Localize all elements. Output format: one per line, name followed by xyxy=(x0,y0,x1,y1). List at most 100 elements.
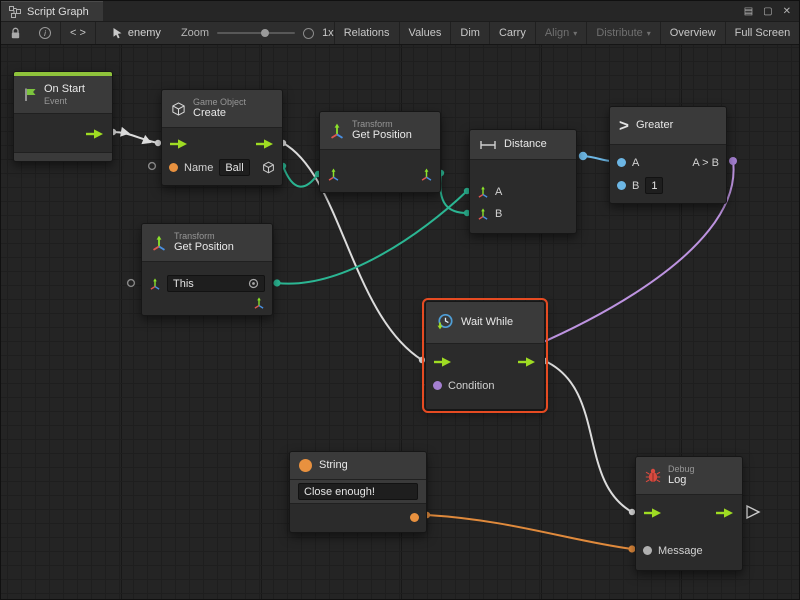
zoom-label: Zoom xyxy=(181,27,209,39)
values-label: Values xyxy=(409,27,442,39)
distance-icon xyxy=(479,139,497,151)
game-object-output-port[interactable] xyxy=(262,161,275,174)
flow-input-port[interactable] xyxy=(433,356,453,368)
vector3-output-port[interactable] xyxy=(420,168,433,181)
unconnected-port-ring[interactable] xyxy=(149,163,156,170)
game-object-icon xyxy=(171,101,186,117)
name-value-field[interactable]: Ball xyxy=(219,159,249,176)
string-value-field[interactable]: Close enough! xyxy=(298,483,418,500)
lock-button[interactable] xyxy=(1,22,30,44)
node-footer xyxy=(14,152,112,161)
vector3-input-port-b[interactable] xyxy=(477,208,489,220)
zoom-slider[interactable] xyxy=(217,27,295,39)
b-port-label: B xyxy=(495,208,502,220)
name-port-label: Name xyxy=(184,162,213,174)
wire-distance-to-greater xyxy=(583,156,612,161)
getposition2-output-port[interactable] xyxy=(273,279,280,286)
b-input-port[interactable] xyxy=(617,181,626,190)
name-input-port[interactable] xyxy=(169,163,178,172)
flow-output-port[interactable] xyxy=(715,507,735,519)
vector3-input-port-a[interactable] xyxy=(477,186,489,198)
graph-canvas[interactable]: On Start Event Game Object Create xyxy=(1,45,799,599)
a-input-port[interactable] xyxy=(617,158,626,167)
node-create-gameobject[interactable]: Game Object Create Name Ball xyxy=(161,89,283,186)
transform-input-port[interactable] xyxy=(149,278,161,290)
b-value-field[interactable]: 1 xyxy=(645,177,663,194)
dim-button[interactable]: Dim xyxy=(451,22,489,44)
transform-icon xyxy=(329,123,345,139)
code-view-button[interactable]: < > xyxy=(61,22,95,44)
distance-output-port[interactable] xyxy=(579,152,587,160)
string-icon xyxy=(299,459,312,472)
target-value: This xyxy=(173,278,244,290)
node-string[interactable]: String Close enough! xyxy=(289,451,427,533)
flow-output-port[interactable] xyxy=(255,138,275,150)
carry-button[interactable]: Carry xyxy=(490,22,535,44)
close-icon[interactable]: ✕ xyxy=(783,6,791,17)
node-title: Wait While xyxy=(461,316,513,329)
node-distance[interactable]: Distance A B xyxy=(469,129,577,234)
node-header: Transform Get Position xyxy=(320,112,440,150)
node-get-position-top[interactable]: Transform Get Position xyxy=(319,111,441,193)
unity-script-graph-window: Script Graph ▤ ▢ ✕ i < > enemy Zoom xyxy=(0,0,800,600)
message-port-label: Message xyxy=(658,545,703,557)
overview-button[interactable]: Overview xyxy=(661,22,725,44)
zoom-reset-icon[interactable] xyxy=(303,28,314,39)
message-input-port[interactable] xyxy=(643,546,652,555)
node-wait-while[interactable]: Wait While Condition xyxy=(425,301,545,410)
wire-arrow-icon xyxy=(120,127,131,138)
flow-output-port[interactable] xyxy=(85,128,105,140)
flow-input-port[interactable] xyxy=(169,138,189,150)
object-picker-icon[interactable] xyxy=(248,278,259,289)
overview-label: Overview xyxy=(670,27,716,39)
graph-owner-name: enemy xyxy=(128,27,161,39)
node-category: Transform xyxy=(352,119,412,130)
node-title: Create xyxy=(193,107,246,120)
condition-input-port[interactable] xyxy=(433,381,442,390)
zoom-controls: Zoom 1x xyxy=(181,27,334,39)
greater-icon: > xyxy=(619,117,629,134)
relations-button[interactable]: Relations xyxy=(335,22,399,44)
node-header: Distance xyxy=(470,130,576,160)
target-value-field[interactable]: This xyxy=(167,275,265,292)
wire-getposition-to-distance-b xyxy=(440,173,467,213)
node-greater[interactable]: > Greater A A > B B 1 xyxy=(609,106,727,204)
transform-icon xyxy=(151,235,167,251)
greater-output-port[interactable] xyxy=(729,157,737,165)
code-icon: < > xyxy=(70,27,86,39)
flow-output-port[interactable] xyxy=(517,356,537,368)
graph-toolbar: i < > enemy Zoom 1x Relations Values Dim xyxy=(1,21,799,45)
script-graph-tab[interactable]: Script Graph xyxy=(1,1,103,21)
flow-input-port[interactable] xyxy=(643,507,663,519)
toolbar-button-group: Relations Values Dim Carry Align▾ Distri… xyxy=(334,22,800,44)
window-title: Script Graph xyxy=(27,6,89,18)
maximize-icon[interactable]: ▢ xyxy=(763,6,772,17)
wire-create-to-getposition xyxy=(283,166,318,187)
node-category: Game Object xyxy=(193,97,246,108)
string-output-port[interactable] xyxy=(410,513,419,522)
lock-icon xyxy=(10,27,21,40)
window-menu-icon[interactable]: ▤ xyxy=(744,6,753,17)
pointer-icon xyxy=(112,27,123,39)
node-subtitle: Event xyxy=(44,96,85,107)
info-button[interactable]: i xyxy=(30,22,60,44)
vector3-output-port[interactable] xyxy=(253,297,265,309)
info-icon: i xyxy=(39,27,51,39)
node-header: > Greater xyxy=(610,107,726,145)
distribute-button[interactable]: Distribute▾ xyxy=(587,22,659,44)
node-title: Get Position xyxy=(352,129,412,142)
unconnected-flow-arrow[interactable] xyxy=(747,506,759,518)
a-port-label: A xyxy=(495,186,502,198)
zoom-slider-knob[interactable] xyxy=(261,29,269,37)
align-button[interactable]: Align▾ xyxy=(536,22,586,44)
node-debug-log[interactable]: Debug Log Message xyxy=(635,456,743,571)
node-on-start-event[interactable]: On Start Event xyxy=(13,71,113,162)
unconnected-port-ring[interactable] xyxy=(128,280,135,287)
node-get-position-bottom[interactable]: Transform Get Position This xyxy=(141,223,273,316)
graph-owner[interactable]: enemy xyxy=(112,27,161,39)
carry-label: Carry xyxy=(499,27,526,39)
wire-onstart-to-create xyxy=(113,132,158,143)
transform-input-port[interactable] xyxy=(327,168,340,181)
values-button[interactable]: Values xyxy=(400,22,451,44)
full-screen-button[interactable]: Full Screen xyxy=(726,22,800,44)
